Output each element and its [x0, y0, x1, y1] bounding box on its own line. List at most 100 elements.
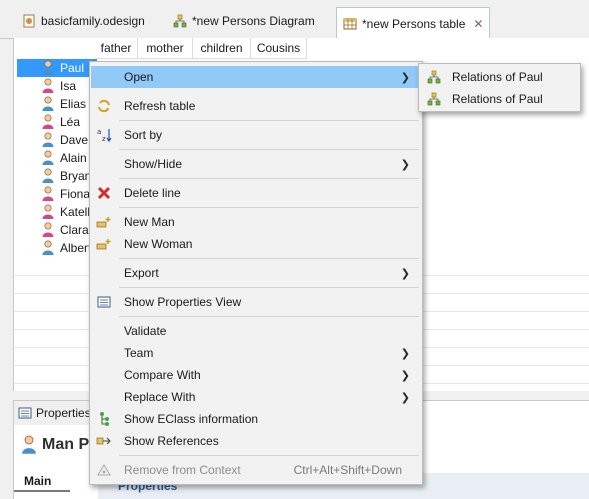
menu-item-show-references[interactable]: Show References: [91, 430, 422, 452]
remove-from-context-icon: [96, 462, 112, 478]
man-icon: [42, 240, 54, 255]
sort-az-icon: az: [96, 127, 112, 143]
column-header-mother[interactable]: mother: [138, 38, 193, 59]
man-icon: [42, 96, 54, 111]
menu-item-delete-line[interactable]: Delete line: [91, 182, 422, 204]
properties-view-tab[interactable]: Properties: [14, 401, 96, 425]
menu-label: Open: [124, 70, 154, 84]
table-row[interactable]: Elias: [17, 95, 97, 113]
menu-separator: [119, 149, 419, 150]
properties-main-tab[interactable]: Main: [14, 474, 70, 492]
table-row[interactable]: Paul: [17, 59, 97, 77]
submenu-item-relations[interactable]: Relations of Paul: [420, 66, 580, 88]
menu-label: Refresh table: [124, 99, 196, 113]
references-arrow-icon: [96, 433, 112, 449]
menu-item-refresh-table[interactable]: Refresh table: [91, 95, 422, 117]
properties-view-icon: [96, 294, 112, 310]
table-row[interactable]: Albert: [17, 239, 97, 257]
menu-shortcut: Ctrl+Alt+Shift+Down: [293, 463, 402, 477]
editor-tab-bar: basicfamily.odesign *new Persons Diagram…: [0, 0, 589, 39]
menu-label: Show References: [124, 434, 219, 448]
menu-item-remove-from-context[interactable]: Remove from Context Ctrl+Alt+Shift+Down: [91, 459, 422, 481]
menu-label: Delete line: [124, 186, 181, 200]
diagram-icon: [173, 14, 187, 27]
eclass-hierarchy-icon: [96, 411, 112, 427]
row-name: Isa: [60, 79, 77, 93]
man-icon: [42, 150, 54, 165]
properties-tab-label: Properties: [36, 406, 91, 420]
submenu-label: Relations of Paul: [452, 92, 543, 106]
table-row[interactable]: Fiona: [17, 185, 97, 203]
submenu-item-relations[interactable]: Relations of Paul: [420, 88, 580, 110]
odesign-file-icon: [23, 14, 35, 27]
row-name: Clara: [60, 223, 89, 237]
row-name: Léa: [60, 115, 81, 129]
close-tab-icon[interactable]: ✕: [473, 17, 483, 31]
tab-persons-diagram[interactable]: *new Persons Diagram: [167, 7, 321, 34]
woman-icon: [42, 186, 54, 201]
new-element-icon: [96, 214, 112, 230]
submenu-arrow-icon: ❯: [400, 347, 410, 360]
table-icon: [343, 18, 357, 29]
column-header-cousins[interactable]: Cousins: [251, 38, 307, 59]
menu-item-new-woman[interactable]: New Woman: [91, 233, 422, 255]
svg-text:a: a: [97, 128, 101, 136]
menu-label: Remove from Context: [124, 463, 241, 477]
submenu-arrow-icon: ❯: [400, 71, 410, 84]
table-row[interactable]: Katell: [17, 203, 97, 221]
menu-label: Show/Hide: [124, 157, 183, 171]
menu-item-export[interactable]: Export ❯: [91, 262, 422, 284]
tab-label: *new Persons table: [362, 16, 466, 31]
woman-icon: [42, 78, 54, 93]
tab-basicfamily-odesign[interactable]: basicfamily.odesign: [16, 7, 151, 34]
properties-title: Man P: [20, 435, 89, 455]
table-row[interactable]: Clara: [17, 221, 97, 239]
menu-separator: [119, 207, 419, 208]
menu-item-compare-with[interactable]: Compare With ❯: [91, 364, 422, 386]
menu-label: Sort by: [124, 128, 163, 142]
menu-separator: [119, 178, 419, 179]
diagram-icon: [427, 70, 441, 84]
menu-item-team[interactable]: Team ❯: [91, 342, 422, 364]
menu-label: Show Properties View: [124, 295, 242, 309]
properties-icon: [18, 407, 32, 419]
menu-label: Export: [124, 266, 159, 280]
tab-label: basicfamily.odesign: [41, 13, 145, 28]
tab-persons-table[interactable]: *new Persons table ✕: [336, 7, 491, 39]
woman-icon: [42, 114, 54, 129]
row-name: Elias: [60, 97, 87, 111]
refresh-icon: [96, 98, 112, 114]
menu-label: Show EClass information: [124, 412, 259, 426]
man-icon: [42, 132, 54, 147]
menu-label: New Man: [124, 215, 175, 229]
menu-item-sort-by[interactable]: az Sort by: [91, 124, 422, 146]
menu-separator: [119, 287, 419, 288]
table-row[interactable]: Dave: [17, 131, 97, 149]
tab-label: *new Persons Diagram: [192, 13, 315, 28]
menu-item-show-eclass-information[interactable]: Show EClass information: [91, 408, 422, 430]
properties-title-text: Man P: [42, 436, 90, 453]
table-row[interactable]: Bryan: [17, 167, 97, 185]
menu-item-validate[interactable]: Validate: [91, 320, 422, 342]
menu-label: Validate: [124, 324, 167, 338]
row-name: Albert: [60, 241, 92, 255]
row-name: Fiona: [60, 187, 91, 201]
menu-item-new-man[interactable]: New Man: [91, 211, 422, 233]
column-header-father[interactable]: father: [95, 38, 138, 59]
table-row[interactable]: Isa: [17, 77, 97, 95]
menu-item-open[interactable]: Open ❯: [91, 66, 422, 88]
row-name: Dave: [60, 133, 89, 147]
menu-item-show-properties-view[interactable]: Show Properties View: [91, 291, 422, 313]
table-row[interactable]: Alain: [17, 149, 97, 167]
table-row[interactable]: Léa: [17, 113, 97, 131]
menu-label: Compare With: [124, 368, 201, 382]
menu-item-replace-with[interactable]: Replace With ❯: [91, 386, 422, 408]
man-icon: [22, 435, 36, 454]
menu-item-show-hide[interactable]: Show/Hide ❯: [91, 153, 422, 175]
context-menu: Open ❯ Refresh table az Sort by Show/Hid…: [89, 61, 423, 485]
column-header-children[interactable]: children: [193, 38, 251, 59]
menu-separator: [119, 258, 419, 259]
row-name: Alain: [60, 151, 87, 165]
svg-text:z: z: [102, 135, 106, 143]
delete-icon: [96, 185, 112, 201]
